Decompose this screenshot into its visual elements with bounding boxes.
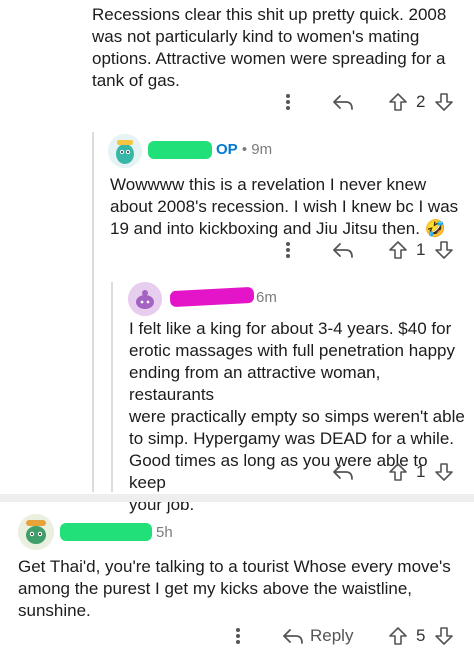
redacted-username: [169, 286, 255, 308]
op-badge: OP: [216, 141, 238, 158]
downvote-arrow-icon[interactable]: [432, 460, 456, 484]
more-vertical-icon[interactable]: [278, 90, 298, 114]
downvote-arrow-icon[interactable]: [432, 90, 456, 114]
comment-body: I felt like a king for about 3-4 years. …: [129, 319, 465, 514]
reply-arrow-icon[interactable]: [330, 460, 356, 484]
timestamp: 6m: [256, 289, 277, 306]
reply-arrow-icon[interactable]: [330, 90, 356, 114]
thread-line: [92, 132, 94, 492]
comment-body: Recessions clear this shit up pretty qui…: [92, 5, 447, 90]
more-vertical-icon[interactable]: [228, 624, 248, 648]
upvote-arrow-icon[interactable]: [386, 624, 410, 648]
more-vertical-icon[interactable]: [278, 238, 298, 262]
comment-meta: OP • 9m: [216, 141, 272, 158]
avatar[interactable]: [18, 514, 54, 550]
upvote-arrow-icon[interactable]: [386, 90, 410, 114]
comment-body: Get Thai'd, you're talking to a tourist …: [18, 557, 451, 620]
reply-label: Reply: [310, 626, 354, 645]
vote-count: 1: [416, 240, 426, 259]
reply-arrow-icon: [283, 629, 303, 644]
vote-count: 1: [416, 462, 426, 481]
downvote-arrow-icon[interactable]: [432, 624, 456, 648]
thread-line: [111, 282, 113, 492]
reply-arrow-icon[interactable]: [330, 238, 356, 262]
comment-separator: [0, 494, 474, 502]
timestamp: • 9m: [241, 141, 273, 158]
avatar[interactable]: [108, 134, 142, 168]
vote-count: 2: [416, 92, 426, 111]
upvote-arrow-icon[interactable]: [386, 460, 410, 484]
redacted-username: [60, 523, 152, 541]
avatar[interactable]: [128, 282, 162, 316]
redacted-username: [148, 141, 212, 159]
reply-button[interactable]: Reply: [282, 624, 353, 648]
comment-body: Wowwww this is a revelation I never knew…: [110, 175, 459, 238]
vote-count: 5: [416, 626, 426, 645]
timestamp: 5h: [156, 524, 173, 541]
downvote-arrow-icon[interactable]: [432, 238, 456, 262]
upvote-arrow-icon[interactable]: [386, 238, 410, 262]
